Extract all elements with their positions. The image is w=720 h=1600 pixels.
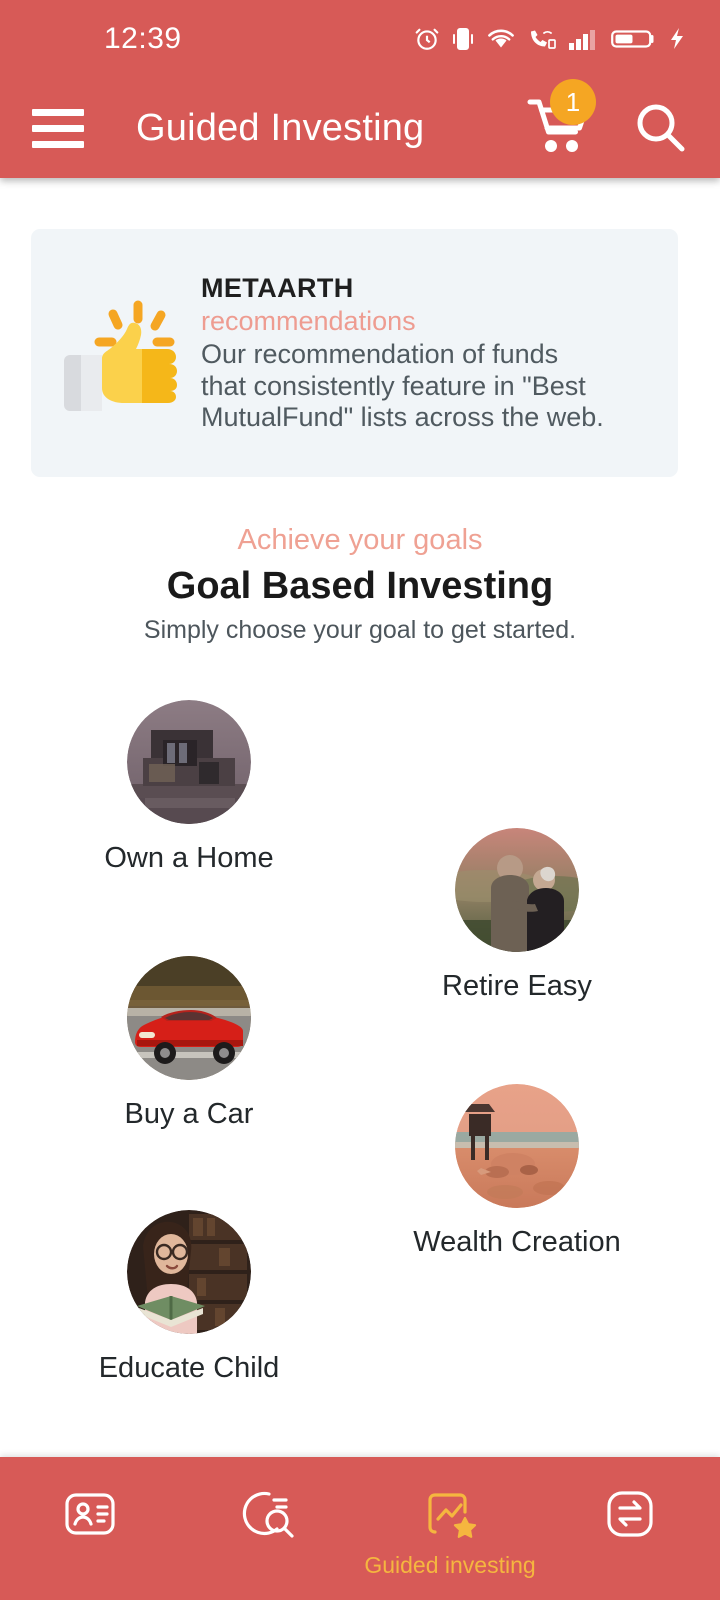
nav-label: Guided investing [364,1552,536,1578]
bottom-navigation-bar: Guided investing [0,1457,720,1600]
alarm-icon [414,26,440,52]
search-button[interactable] [634,101,688,155]
recommendation-text: METAARTH recommendations Our recommendat… [201,272,624,434]
girl-reading-book-icon [127,1210,251,1334]
id-card-icon [65,1493,115,1535]
goal-item-retire-easy[interactable]: Retire Easy [388,828,646,1003]
red-sports-car-icon [127,956,251,1080]
app-bar-row: Guided Investing 1 [0,78,720,178]
hamburger-bar [32,124,84,132]
wifi-icon [486,26,516,52]
transfer-swap-icon [607,1491,653,1537]
cart-badge-count: 1 [550,79,596,125]
beach-sunset-icon [455,1084,579,1208]
hamburger-menu-icon[interactable] [32,108,84,148]
search-icon [637,104,685,152]
goal-section-heading: Achieve your goals Goal Based Investing … [0,522,720,647]
goal-item-educate-child[interactable]: Educate Child [60,1210,318,1385]
goal-label: Buy a Car [124,1098,254,1130]
hamburger-bar [32,140,84,148]
recommendation-subtitle: recommendations [201,305,416,336]
battery-icon [611,26,657,52]
goal-label: Wealth Creation [413,1226,621,1258]
recommendation-description-line: Our recommendation of funds [201,338,559,369]
signal-bars-icon [568,26,600,52]
goal-section-title: Goal Based Investing [166,564,554,607]
goal-label: Own a Home [104,842,274,874]
shopping-cart-button[interactable]: 1 [526,79,596,161]
goal-item-buy-a-car[interactable]: Buy a Car [60,956,318,1131]
recommendation-card[interactable]: METAARTH recommendations Our recommendat… [31,229,678,477]
recommendation-description-line: that consistently feature in "Best [201,370,586,401]
goal-label: Educate Child [98,1352,280,1384]
elderly-couple-icon [455,828,579,952]
recommendation-description-line: MutualFund" lists across the web. [201,402,604,433]
wifi-calling-icon [527,26,557,52]
goal-item-own-a-home[interactable]: Own a Home [60,700,318,875]
goal-eyebrow: Achieve your goals [237,524,483,556]
nav-item-transfer[interactable] [540,1457,720,1543]
nav-item-guided-investing[interactable]: Guided investing [360,1457,540,1579]
status-clock: 12:39 [104,22,182,55]
goal-list: Own a Home Retire Easy Buy a Car Wealth … [0,690,720,1410]
goal-section-caption: Simply choose your goal to get started. [143,616,577,645]
recommendation-brand: METAARTH [201,272,354,303]
vibrate-icon [451,26,475,52]
charging-bolt-icon [668,26,686,52]
modern-house-icon [127,700,251,824]
goal-item-wealth-creation[interactable]: Wealth Creation [388,1084,646,1259]
status-icon-group [414,26,686,52]
thumbs-up-icon [31,287,201,419]
app-bar: 12:39 Guided Investing 1 [0,0,720,178]
nav-item-explore[interactable] [180,1457,360,1543]
explore-search-icon [242,1491,294,1538]
chart-star-icon [428,1493,477,1538]
hamburger-bar [32,108,84,116]
recommendation-description: Our recommendation of funds that consist… [201,339,604,435]
page-title: Guided Investing [136,106,425,149]
nav-item-profile[interactable] [0,1457,180,1543]
goal-label: Retire Easy [442,970,592,1002]
status-bar: 12:39 [0,0,720,78]
